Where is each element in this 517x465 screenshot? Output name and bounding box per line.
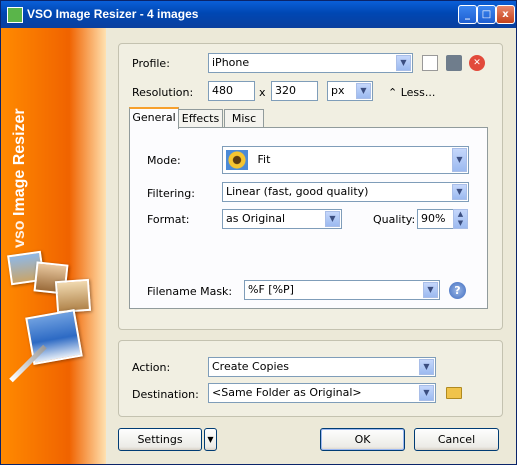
title-bar[interactable]: VSO Image Resizer - 4 images _ □ x xyxy=(1,1,516,28)
filtering-select[interactable]: Linear (fast, good quality) ▼ xyxy=(222,182,469,202)
filtering-label: Filtering: xyxy=(147,187,195,200)
profile-value: iPhone xyxy=(212,56,250,69)
profile-select[interactable]: iPhone ▼ xyxy=(208,53,413,73)
chevron-down-icon[interactable]: ▼ xyxy=(423,282,438,298)
help-icon[interactable]: ? xyxy=(449,282,466,299)
new-profile-icon[interactable] xyxy=(422,55,438,71)
main-window: VSO Image Resizer - 4 images _ □ x vso I… xyxy=(0,0,517,465)
tab-effects[interactable]: Effects xyxy=(178,109,223,128)
settings-button[interactable]: Settings xyxy=(118,428,202,451)
filename-mask-value: %F [%P] xyxy=(248,283,294,296)
delete-icon[interactable]: ✕ xyxy=(469,55,485,71)
settings-dropdown-button[interactable]: ▼ xyxy=(204,428,217,451)
unit-value: px xyxy=(331,84,345,97)
less-link[interactable]: ⌃ Less... xyxy=(388,86,435,99)
product-label: Image Resizer xyxy=(11,108,28,216)
chevron-down-icon[interactable]: ▼ xyxy=(452,184,467,200)
chevron-down-icon[interactable]: ▼ xyxy=(325,211,340,227)
folder-icon[interactable] xyxy=(446,387,462,399)
ok-button[interactable]: OK xyxy=(320,428,405,451)
resolution-separator: x xyxy=(259,86,266,99)
chevron-down-icon[interactable]: ▼ xyxy=(396,55,411,71)
resolution-label: Resolution: xyxy=(132,86,194,99)
height-input[interactable]: 320 xyxy=(271,81,318,101)
less-label: Less... xyxy=(400,86,436,99)
destination-label: Destination: xyxy=(132,388,199,401)
mode-value: Fit xyxy=(257,153,271,166)
window-title: VSO Image Resizer - 4 images xyxy=(27,7,199,21)
width-input[interactable]: 480 xyxy=(208,81,255,101)
brand-logo: vso xyxy=(11,220,28,248)
collapse-chevrons-icon: ⌃ xyxy=(388,86,398,99)
chevron-down-icon[interactable]: ▼ xyxy=(452,148,467,172)
quality-spinner[interactable]: ▲ ▼ xyxy=(453,209,468,229)
destination-select[interactable]: <Same Folder as Original> ▼ xyxy=(208,383,436,403)
cancel-button[interactable]: Cancel xyxy=(414,428,499,451)
destination-value: <Same Folder as Original> xyxy=(212,386,362,399)
quality-label: Quality: xyxy=(373,213,416,226)
action-select[interactable]: Create Copies ▼ xyxy=(208,357,436,377)
format-label: Format: xyxy=(147,213,190,226)
mode-select[interactable]: Fit ▼ xyxy=(222,146,469,174)
action-value: Create Copies xyxy=(212,360,289,373)
app-icon xyxy=(7,7,23,23)
maximize-button[interactable]: □ xyxy=(477,5,496,24)
output-panel xyxy=(118,340,503,417)
profile-label: Profile: xyxy=(132,57,170,70)
close-button[interactable]: x xyxy=(496,5,515,24)
unit-select[interactable]: px ▼ xyxy=(327,81,373,101)
format-value: as Original xyxy=(226,212,286,225)
product-name: vso Image Resizer xyxy=(11,48,28,248)
chevron-down-icon[interactable]: ▼ xyxy=(356,83,371,99)
photo-thumbnail-icon xyxy=(54,278,92,314)
action-label: Action: xyxy=(132,361,171,374)
save-icon[interactable] xyxy=(446,55,462,71)
mode-label: Mode: xyxy=(147,154,181,167)
minimize-button[interactable]: _ xyxy=(458,5,477,24)
filename-mask-label: Filename Mask: xyxy=(147,285,233,298)
chevron-down-icon[interactable]: ▼ xyxy=(419,385,434,401)
sidebar-banner: vso Image Resizer xyxy=(1,28,106,464)
chevron-down-icon[interactable]: ▼ xyxy=(419,359,434,375)
tab-misc[interactable]: Misc xyxy=(224,109,264,128)
filename-mask-select[interactable]: %F [%P] ▼ xyxy=(244,280,440,300)
quality-input[interactable]: 90% xyxy=(417,209,454,229)
filtering-value: Linear (fast, good quality) xyxy=(226,185,369,198)
sunflower-icon xyxy=(226,150,248,170)
format-select[interactable]: as Original ▼ xyxy=(222,209,342,229)
tab-general[interactable]: General xyxy=(129,107,179,129)
